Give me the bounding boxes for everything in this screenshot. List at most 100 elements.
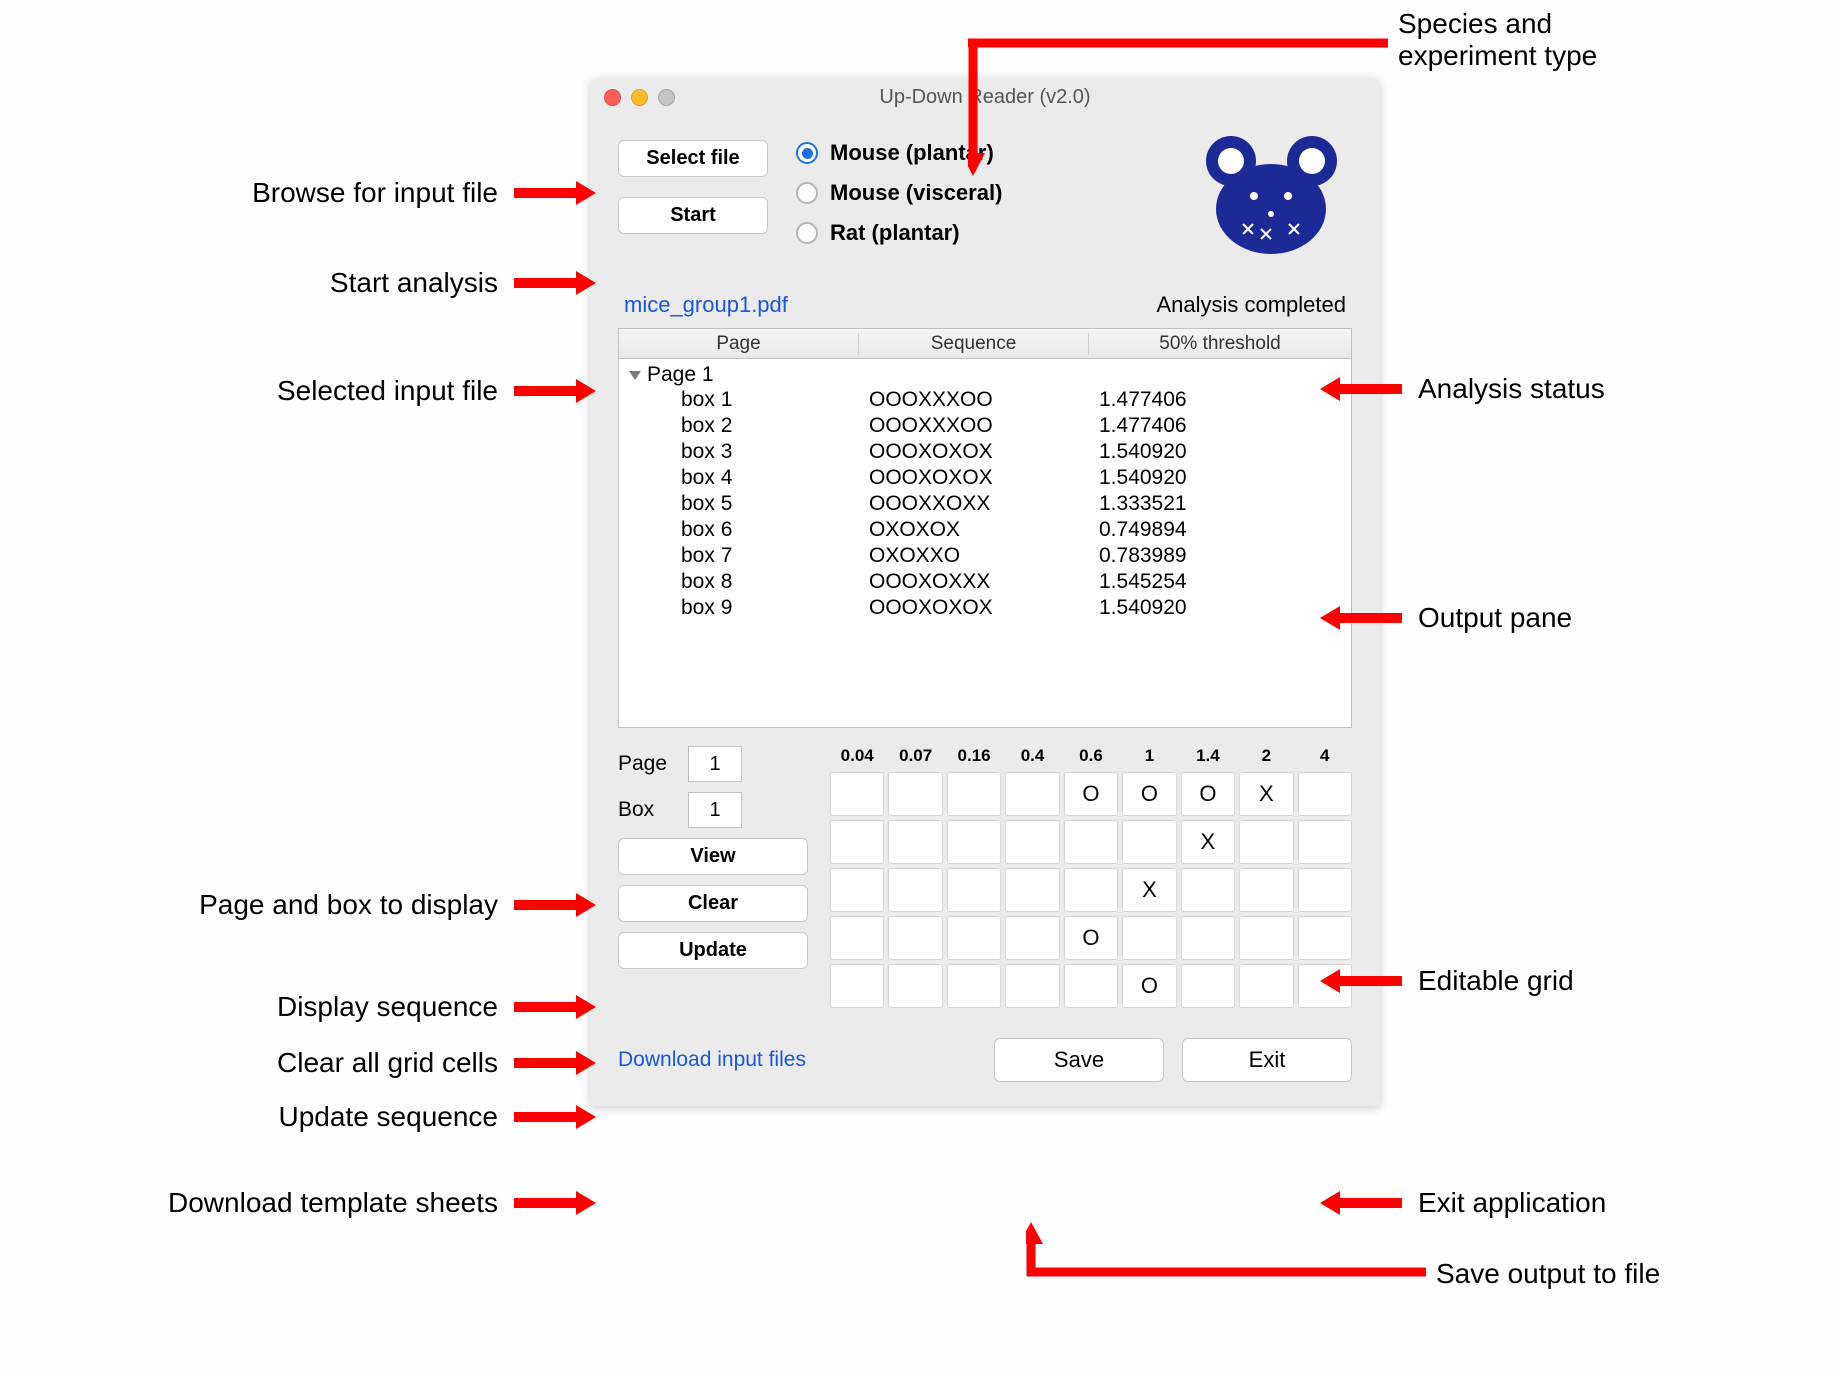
grid-header: 0.4 (1005, 746, 1059, 766)
cell-box: box 3 (619, 440, 859, 464)
radio-rat-plantar[interactable]: Rat (plantar) (796, 220, 1002, 246)
cell-sequence: OOOXXOXX (859, 492, 1089, 516)
grid-cell[interactable] (888, 868, 942, 912)
grid-cell[interactable] (947, 820, 1001, 864)
cell-threshold: 1.540920 (1089, 596, 1351, 620)
column-header-page[interactable]: Page (619, 333, 859, 355)
annotation-selected-file: Selected input file (118, 375, 596, 407)
grid-cell[interactable] (1064, 964, 1118, 1008)
cell-box: box 8 (619, 570, 859, 594)
grid-cell[interactable] (1239, 868, 1293, 912)
cell-sequence: OOOXOXOX (859, 466, 1089, 490)
table-row[interactable]: box 1OOOXXXOO1.477406 (619, 387, 1351, 413)
table-row[interactable]: box 2OOOXXXOO1.477406 (619, 413, 1351, 439)
radio-icon (796, 142, 818, 164)
table-row[interactable]: box 9OOOXOXOX1.540920 (619, 595, 1351, 621)
cell-box: box 4 (619, 466, 859, 490)
cell-threshold: 1.477406 (1089, 388, 1351, 412)
page-input[interactable] (688, 746, 742, 782)
annotation-editable-grid: Editable grid (1320, 965, 1574, 997)
grid-cell[interactable]: O (1064, 916, 1118, 960)
update-button[interactable]: Update (618, 932, 808, 969)
grid-cell[interactable] (888, 772, 942, 816)
grid-cell[interactable] (830, 868, 884, 912)
grid-cell[interactable] (830, 772, 884, 816)
grid-cell[interactable]: O (1064, 772, 1118, 816)
grid-cell[interactable]: X (1122, 868, 1176, 912)
table-row[interactable]: box 5OOOXXOXX1.333521 (619, 491, 1351, 517)
cell-box: box 9 (619, 596, 859, 620)
grid-cell[interactable]: X (1181, 820, 1235, 864)
grid-cell[interactable] (1064, 820, 1118, 864)
start-button[interactable]: Start (618, 197, 768, 234)
minimize-icon[interactable] (631, 89, 648, 106)
grid-cell[interactable] (1181, 868, 1235, 912)
table-row[interactable]: box 6OXOXOX0.749894 (619, 517, 1351, 543)
annotation-output-pane: Output pane (1320, 602, 1572, 634)
table-row[interactable]: box 7OXOXXO0.783989 (619, 543, 1351, 569)
grid-cell[interactable] (1239, 916, 1293, 960)
box-input[interactable] (688, 792, 742, 828)
grid-cell[interactable]: O (1122, 964, 1176, 1008)
view-button[interactable]: View (618, 838, 808, 875)
box-field-label: Box (618, 798, 678, 822)
cell-box: box 7 (619, 544, 859, 568)
grid-cell[interactable] (1298, 868, 1352, 912)
cell-box: box 5 (619, 492, 859, 516)
grid-cell[interactable] (1005, 772, 1059, 816)
select-file-button[interactable]: Select file (618, 140, 768, 177)
grid-cell[interactable]: O (1122, 772, 1176, 816)
radio-label: Rat (plantar) (830, 220, 960, 246)
output-table[interactable]: Page Sequence 50% threshold Page 1 box 1… (618, 328, 1352, 728)
grid-cell[interactable] (1239, 964, 1293, 1008)
grid-cell[interactable] (1064, 868, 1118, 912)
cell-box: box 1 (619, 388, 859, 412)
close-icon[interactable] (604, 89, 621, 106)
grid-cell[interactable] (1298, 772, 1352, 816)
cell-box: box 2 (619, 414, 859, 438)
grid-cell[interactable] (1122, 820, 1176, 864)
grid-cell[interactable] (830, 916, 884, 960)
grid-cell[interactable] (1298, 916, 1352, 960)
disclose-triangle-icon[interactable] (629, 371, 641, 380)
grid-cell[interactable]: X (1239, 772, 1293, 816)
grid-cell[interactable] (947, 964, 1001, 1008)
table-row[interactable]: box 8OOOXOXXX1.545254 (619, 569, 1351, 595)
annotation-start: Start analysis (118, 267, 596, 299)
table-row[interactable]: box 3OOOXOXOX1.540920 (619, 439, 1351, 465)
grid-cell[interactable] (947, 772, 1001, 816)
table-row[interactable]: box 4OOOXOXOX1.540920 (619, 465, 1351, 491)
grid-header: 0.07 (888, 746, 942, 766)
column-header-threshold[interactable]: 50% threshold (1089, 333, 1351, 355)
grid-cell[interactable] (1181, 964, 1235, 1008)
page-group-row[interactable]: Page 1 (619, 363, 1351, 387)
grid-cell[interactable] (830, 820, 884, 864)
grid-cell[interactable] (1005, 916, 1059, 960)
grid-cell[interactable] (947, 868, 1001, 912)
download-input-files-link[interactable]: Download input files (618, 1048, 806, 1072)
cell-threshold: 0.783989 (1089, 544, 1351, 568)
grid-cell[interactable] (888, 916, 942, 960)
grid-cell[interactable]: O (1181, 772, 1235, 816)
grid-cell[interactable] (1005, 820, 1059, 864)
cell-threshold: 0.749894 (1089, 518, 1351, 542)
grid-cell[interactable] (888, 964, 942, 1008)
clear-button[interactable]: Clear (618, 885, 808, 922)
grid-cell[interactable] (830, 964, 884, 1008)
grid-cell[interactable] (1181, 916, 1235, 960)
cell-sequence: OXOXXO (859, 544, 1089, 568)
grid-cell[interactable] (1005, 868, 1059, 912)
grid-cell[interactable] (1239, 820, 1293, 864)
grid-cell[interactable] (888, 820, 942, 864)
grid-cell[interactable] (947, 916, 1001, 960)
column-header-sequence[interactable]: Sequence (859, 333, 1089, 355)
grid-cell[interactable] (1005, 964, 1059, 1008)
annotation-clear-grid: Clear all grid cells (118, 1047, 596, 1079)
grid-cell[interactable] (1122, 916, 1176, 960)
cell-threshold: 1.540920 (1089, 466, 1351, 490)
save-button[interactable]: Save (994, 1038, 1164, 1082)
grid-header: 0.16 (947, 746, 1001, 766)
grid-cell[interactable] (1298, 820, 1352, 864)
exit-button[interactable]: Exit (1182, 1038, 1352, 1082)
annotation-download: Download template sheets (0, 1187, 596, 1219)
